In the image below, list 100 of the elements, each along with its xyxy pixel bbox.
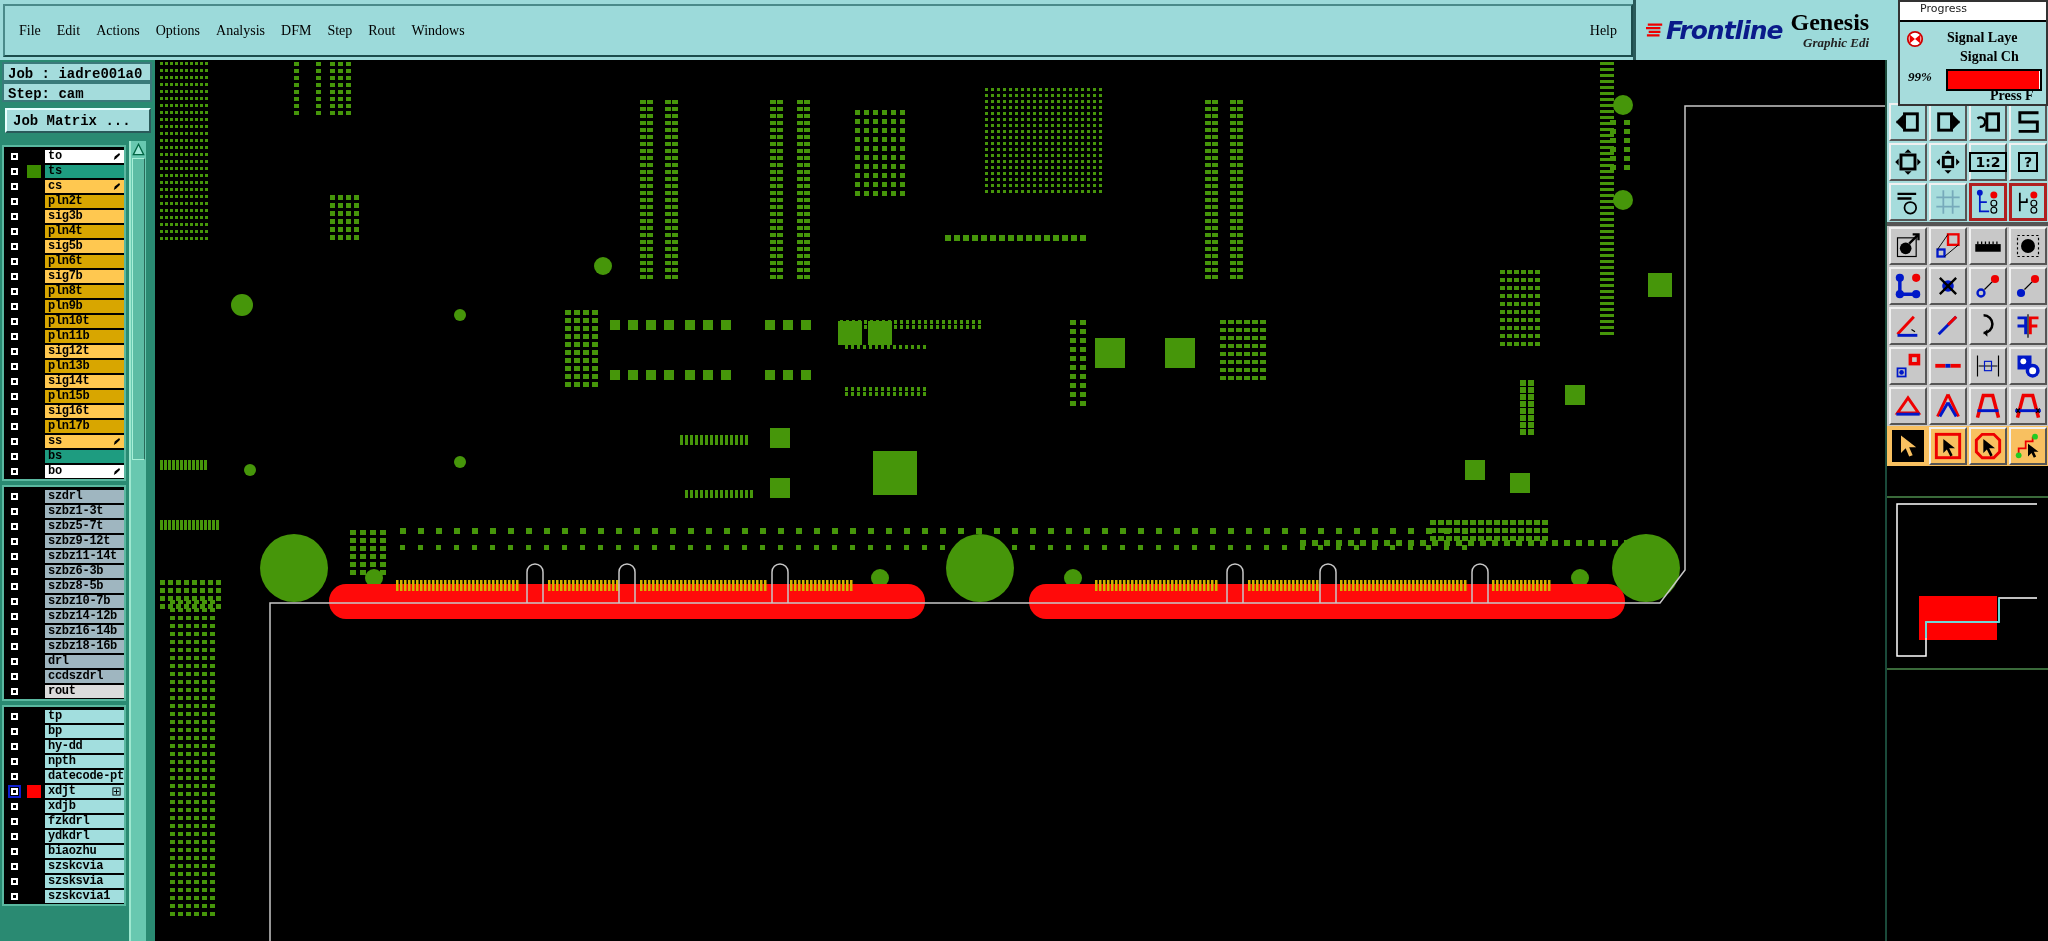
- layer-selector[interactable]: [8, 405, 21, 418]
- layer-selector[interactable]: [8, 465, 21, 478]
- menu-item[interactable]: DFM: [281, 22, 312, 39]
- menu-item[interactable]: Windows: [411, 22, 465, 39]
- layer-name[interactable]: pln8t: [45, 285, 124, 298]
- layer-name[interactable]: pln2t: [45, 195, 124, 208]
- layer-selector[interactable]: [8, 655, 21, 668]
- layer-name[interactable]: szbz9-12t: [45, 535, 124, 548]
- layer-selector[interactable]: [8, 845, 21, 858]
- stop-icon[interactable]: [1906, 30, 1924, 48]
- layer-selector[interactable]: [8, 565, 21, 578]
- layer-name[interactable]: rout: [45, 685, 124, 698]
- layer-name[interactable]: pln6t: [45, 255, 124, 268]
- layer-name[interactable]: ydkdrl: [45, 830, 124, 843]
- layer-selector[interactable]: [8, 490, 21, 503]
- layer-selector[interactable]: [8, 165, 21, 178]
- layer-selector[interactable]: [8, 195, 21, 208]
- layer-selector[interactable]: [8, 770, 21, 783]
- layer-name[interactable]: szskcvia: [45, 860, 124, 873]
- layer-selector[interactable]: [8, 450, 21, 463]
- layer-selector[interactable]: [8, 815, 21, 828]
- layer-selector[interactable]: [8, 830, 21, 843]
- layer-name[interactable]: biaozhu: [45, 845, 124, 858]
- layer-selector[interactable]: [8, 150, 21, 163]
- layer-name[interactable]: pln4t: [45, 225, 124, 238]
- layer-name[interactable]: tp: [45, 710, 124, 723]
- layer-selector[interactable]: [8, 890, 21, 903]
- toolbar-button[interactable]: ?: [2009, 143, 2047, 181]
- layer-selector[interactable]: [8, 800, 21, 813]
- layer-name[interactable]: npth: [45, 755, 124, 768]
- layer-name[interactable]: fzkdrl: [45, 815, 124, 828]
- menu-item[interactable]: Step: [327, 22, 353, 39]
- layer-selector[interactable]: [8, 435, 21, 448]
- layer-selector[interactable]: [8, 670, 21, 683]
- layer-selector[interactable]: [8, 580, 21, 593]
- layer-selector[interactable]: [8, 225, 21, 238]
- menu-item[interactable]: Options: [155, 22, 201, 39]
- layer-name[interactable]: sig5b: [45, 240, 124, 253]
- layer-selector[interactable]: [8, 685, 21, 698]
- layer-name[interactable]: pln11b: [45, 330, 124, 343]
- layer-name[interactable]: pln13b: [45, 360, 124, 373]
- layer-name[interactable]: sig7b: [45, 270, 124, 283]
- layer-selector[interactable]: [8, 725, 21, 738]
- scrollbar[interactable]: [129, 141, 146, 941]
- layer-name[interactable]: szskcvia1: [45, 890, 124, 903]
- layer-name[interactable]: bs: [45, 450, 124, 463]
- toolbar-button[interactable]: [1969, 183, 2007, 221]
- layer-selector[interactable]: [8, 390, 21, 403]
- layer-name[interactable]: szbz8-5b: [45, 580, 124, 593]
- layer-name[interactable]: szbz16-14b: [45, 625, 124, 638]
- layer-name[interactable]: szdrl: [45, 490, 124, 503]
- menu-item[interactable]: File: [19, 22, 41, 39]
- layer-name[interactable]: szbz18-16b: [45, 640, 124, 653]
- layer-name[interactable]: ss: [45, 435, 124, 448]
- layer-name[interactable]: sig14t: [45, 375, 124, 388]
- layer-name[interactable]: pln9b: [45, 300, 124, 313]
- layer-name[interactable]: pln15b: [45, 390, 124, 403]
- layer-name[interactable]: sig12t: [45, 345, 124, 358]
- layer-selector[interactable]: [8, 240, 21, 253]
- layer-name[interactable]: pln17b: [45, 420, 124, 433]
- layer-selector[interactable]: [8, 550, 21, 563]
- layer-name[interactable]: szbz6-3b: [45, 565, 124, 578]
- layer-selector[interactable]: [8, 860, 21, 873]
- layer-selector[interactable]: [8, 285, 21, 298]
- layer-name[interactable]: szbz14-12b: [45, 610, 124, 623]
- layer-selector[interactable]: [8, 345, 21, 358]
- scroll-up-arrow-icon[interactable]: [132, 143, 145, 156]
- layer-selector[interactable]: [8, 710, 21, 723]
- scroll-thumb[interactable]: [132, 158, 145, 460]
- layer-selector[interactable]: [8, 255, 21, 268]
- menu-item[interactable]: Actions: [96, 22, 140, 39]
- layer-name[interactable]: szbz10-7b: [45, 595, 124, 608]
- toolbar-button[interactable]: [2009, 183, 2047, 221]
- layer-name[interactable]: hy-dd: [45, 740, 124, 753]
- layer-selector[interactable]: [8, 210, 21, 223]
- layer-selector[interactable]: [8, 315, 21, 328]
- layer-name[interactable]: xdjb: [45, 800, 124, 813]
- layer-selector[interactable]: [8, 785, 21, 798]
- layer-name[interactable]: drl: [45, 655, 124, 668]
- layer-selector[interactable]: [8, 625, 21, 638]
- layer-name[interactable]: bo: [45, 465, 124, 478]
- layer-name[interactable]: ccdszdrl: [45, 670, 124, 683]
- layer-selector[interactable]: [8, 875, 21, 888]
- layer-selector[interactable]: [8, 740, 21, 753]
- layer-selector[interactable]: [8, 420, 21, 433]
- layer-selector[interactable]: [8, 330, 21, 343]
- layer-selector[interactable]: [8, 640, 21, 653]
- layer-name[interactable]: szbz1-3t: [45, 505, 124, 518]
- layer-selector[interactable]: [8, 610, 21, 623]
- layer-selector[interactable]: [8, 595, 21, 608]
- layer-name[interactable]: pln10t: [45, 315, 124, 328]
- menu-item[interactable]: Edit: [56, 22, 81, 39]
- layer-selector[interactable]: [8, 270, 21, 283]
- layer-name[interactable]: sig16t: [45, 405, 124, 418]
- layer-name[interactable]: sig3b: [45, 210, 124, 223]
- job-matrix-button[interactable]: Job Matrix ...: [5, 108, 151, 133]
- layer-name[interactable]: szbz5-7t: [45, 520, 124, 533]
- layer-name[interactable]: cs: [45, 180, 124, 193]
- toolbar-button[interactable]: 1:2: [1969, 143, 2007, 181]
- layer-selector[interactable]: [8, 180, 21, 193]
